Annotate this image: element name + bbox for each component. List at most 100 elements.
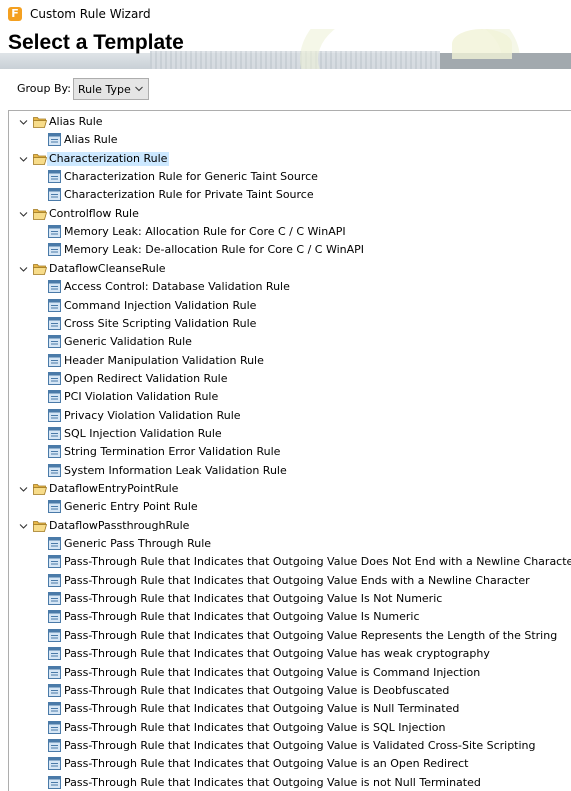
tree-node-label: Pass-Through Rule that Indicates that Ou… [64, 610, 420, 624]
tree-node-label: Pass-Through Rule that Indicates that Ou… [64, 683, 450, 697]
chevron-down-icon[interactable] [19, 522, 28, 531]
tree-item-row[interactable]: Pass-Through Rule that Indicates that Ou… [9, 719, 571, 737]
rule-template-icon [48, 426, 61, 440]
tree-item-row[interactable]: Pass-Through Rule that Indicates that Ou… [9, 608, 571, 626]
tree-item-row[interactable]: Pass-Through Rule that Indicates that Ou… [9, 682, 571, 700]
tree-node-label: Alias Rule [49, 115, 103, 128]
tree-group-row[interactable]: DataflowEntryPointRule [9, 480, 571, 498]
rule-template-icon [48, 665, 61, 679]
tree-item-row[interactable]: Generic Validation Rule [9, 333, 571, 351]
rule-template-icon [48, 133, 61, 147]
tree-node-label: Pass-Through Rule that Indicates that Ou… [64, 720, 446, 734]
tree-item-row[interactable]: Header Manipulation Validation Rule [9, 352, 571, 370]
rule-template-icon [48, 463, 61, 477]
rule-template-icon [48, 445, 61, 459]
tree-item-row[interactable]: Pass-Through Rule that Indicates that Ou… [9, 590, 571, 608]
wizard-banner: Select a Template [0, 29, 571, 69]
tree-group-row[interactable]: DataflowCleanseRule [9, 260, 571, 278]
tree-node-label: Pass-Through Rule that Indicates that Ou… [64, 775, 481, 789]
tree-node-label: Pass-Through Rule that Indicates that Ou… [64, 592, 443, 606]
tree-item-row[interactable]: Command Injection Validation Rule [9, 297, 571, 315]
rule-template-icon [48, 243, 61, 257]
chevron-down-icon[interactable] [19, 155, 28, 164]
rule-template-icon [48, 775, 61, 789]
tree-node-label: Pass-Through Rule that Indicates that Ou… [64, 738, 536, 752]
tree-group-row[interactable]: Alias Rule [9, 113, 571, 131]
chevron-down-icon[interactable] [19, 485, 28, 494]
tree-item-row[interactable]: Characterization Rule for Generic Taint … [9, 168, 571, 186]
rule-template-icon [48, 371, 61, 385]
tree-item-row[interactable]: SQL Injection Validation Rule [9, 425, 571, 443]
rule-template-icon [48, 647, 61, 661]
tree-node-label: DataflowPassthroughRule [49, 518, 190, 532]
tree-item-row[interactable]: Pass-Through Rule that Indicates that Ou… [9, 700, 571, 718]
group-by-select[interactable]: Rule Type [73, 78, 149, 100]
tree-node-label: DataflowEntryPointRule [49, 482, 179, 495]
chevron-down-icon[interactable] [19, 118, 28, 127]
tree-node-label: Pass-Through Rule that Indicates that Ou… [64, 628, 558, 642]
group-by-label: Group By: [17, 82, 71, 95]
tree-node-label: Memory Leak: De-allocation Rule for Core… [64, 243, 365, 257]
tree-node-label: Pass-Through Rule that Indicates that Ou… [64, 702, 460, 716]
tree-item-row[interactable]: Open Redirect Validation Rule [9, 370, 571, 388]
tree-item-row[interactable]: Pass-Through Rule that Indicates that Ou… [9, 755, 571, 773]
chevron-down-icon [135, 86, 143, 92]
tree-item-row[interactable]: Pass-Through Rule that Indicates that Ou… [9, 737, 571, 755]
tree-item-row[interactable]: Access Control: Database Validation Rule [9, 278, 571, 296]
tree-node-label: Header Manipulation Validation Rule [64, 353, 264, 367]
tree-item-row[interactable]: Pass-Through Rule that Indicates that Ou… [9, 553, 571, 571]
rule-template-icon [48, 335, 61, 349]
tree-node-label: Generic Pass Through Rule [64, 537, 212, 551]
tree-item-row[interactable]: Cross Site Scripting Validation Rule [9, 315, 571, 333]
tree-group-row[interactable]: Characterization Rule [9, 150, 571, 168]
tree-node-label: Cross Site Scripting Validation Rule [64, 316, 257, 330]
tree-item-row[interactable]: Generic Entry Point Rule [9, 498, 571, 516]
chevron-down-icon[interactable] [19, 210, 28, 219]
title-bar: F Custom Rule Wizard [0, 0, 571, 29]
tree-node-label: SQL Injection Validation Rule [64, 426, 222, 440]
tree-node-label: Characterization Rule for Generic Taint … [64, 170, 318, 184]
tree-item-row[interactable]: Memory Leak: Allocation Rule for Core C … [9, 223, 571, 241]
rule-template-icon [48, 555, 61, 569]
tree-node-label: DataflowCleanseRule [49, 261, 166, 275]
tree-item-row[interactable]: String Termination Error Validation Rule [9, 443, 571, 461]
rule-template-icon [48, 702, 61, 716]
tree-item-row[interactable]: System Information Leak Validation Rule [9, 462, 571, 480]
tree-item-row[interactable]: Pass-Through Rule that Indicates that Ou… [9, 572, 571, 590]
tree-node-label: Open Redirect Validation Rule [64, 371, 228, 385]
template-tree-panel[interactable]: Alias Rule Alias Rule Characterization Rul… [8, 110, 571, 791]
folder-open-icon [33, 520, 47, 532]
tree-item-row[interactable]: Pass-Through Rule that Indicates that Ou… [9, 627, 571, 645]
tree-node-label: Command Injection Validation Rule [64, 298, 257, 312]
tree-node-label: Pass-Through Rule that Indicates that Ou… [64, 573, 530, 587]
folder-open-icon [33, 263, 47, 275]
rule-template-icon [48, 353, 61, 367]
tree-item-row[interactable]: Pass-Through Rule that Indicates that Ou… [9, 645, 571, 663]
tree-item-row[interactable]: Generic Pass Through Rule [9, 535, 571, 553]
rule-template-icon [48, 573, 61, 587]
tree-group-row[interactable]: Controlflow Rule [9, 205, 571, 223]
page-title: Select a Template [8, 31, 184, 54]
chevron-down-icon[interactable] [19, 265, 28, 274]
group-by-value: Rule Type [78, 83, 131, 96]
rule-template-icon [48, 408, 61, 422]
tree-node-label: Privacy Violation Validation Rule [64, 408, 241, 422]
tree-item-row[interactable]: Privacy Violation Validation Rule [9, 407, 571, 425]
tree-item-row[interactable]: Alias Rule [9, 131, 571, 149]
rule-template-icon [48, 188, 61, 202]
tree-node-label: Generic Entry Point Rule [64, 500, 198, 514]
tree-item-row[interactable]: Pass-Through Rule that Indicates that Ou… [9, 664, 571, 682]
tree-group-row[interactable]: DataflowPassthroughRule [9, 517, 571, 535]
tree-node-label: Controlflow Rule [49, 206, 139, 220]
tree-node-label: Generic Validation Rule [64, 335, 192, 349]
rule-template-icon [48, 683, 61, 697]
tree-item-row[interactable]: Characterization Rule for Private Taint … [9, 186, 571, 204]
tree-node-label: Pass-Through Rule that Indicates that Ou… [64, 665, 481, 679]
app-icon: F [8, 7, 22, 21]
tree-item-row[interactable]: Pass-Through Rule that Indicates that Ou… [9, 774, 571, 791]
tree-item-row[interactable]: PCI Violation Validation Rule [9, 388, 571, 406]
tree-item-row[interactable]: Memory Leak: De-allocation Rule for Core… [9, 241, 571, 259]
tree-node-label: Characterization Rule for Private Taint … [64, 188, 314, 202]
rule-template-icon [48, 628, 61, 642]
tree-node-label: Access Control: Database Validation Rule [64, 280, 290, 294]
